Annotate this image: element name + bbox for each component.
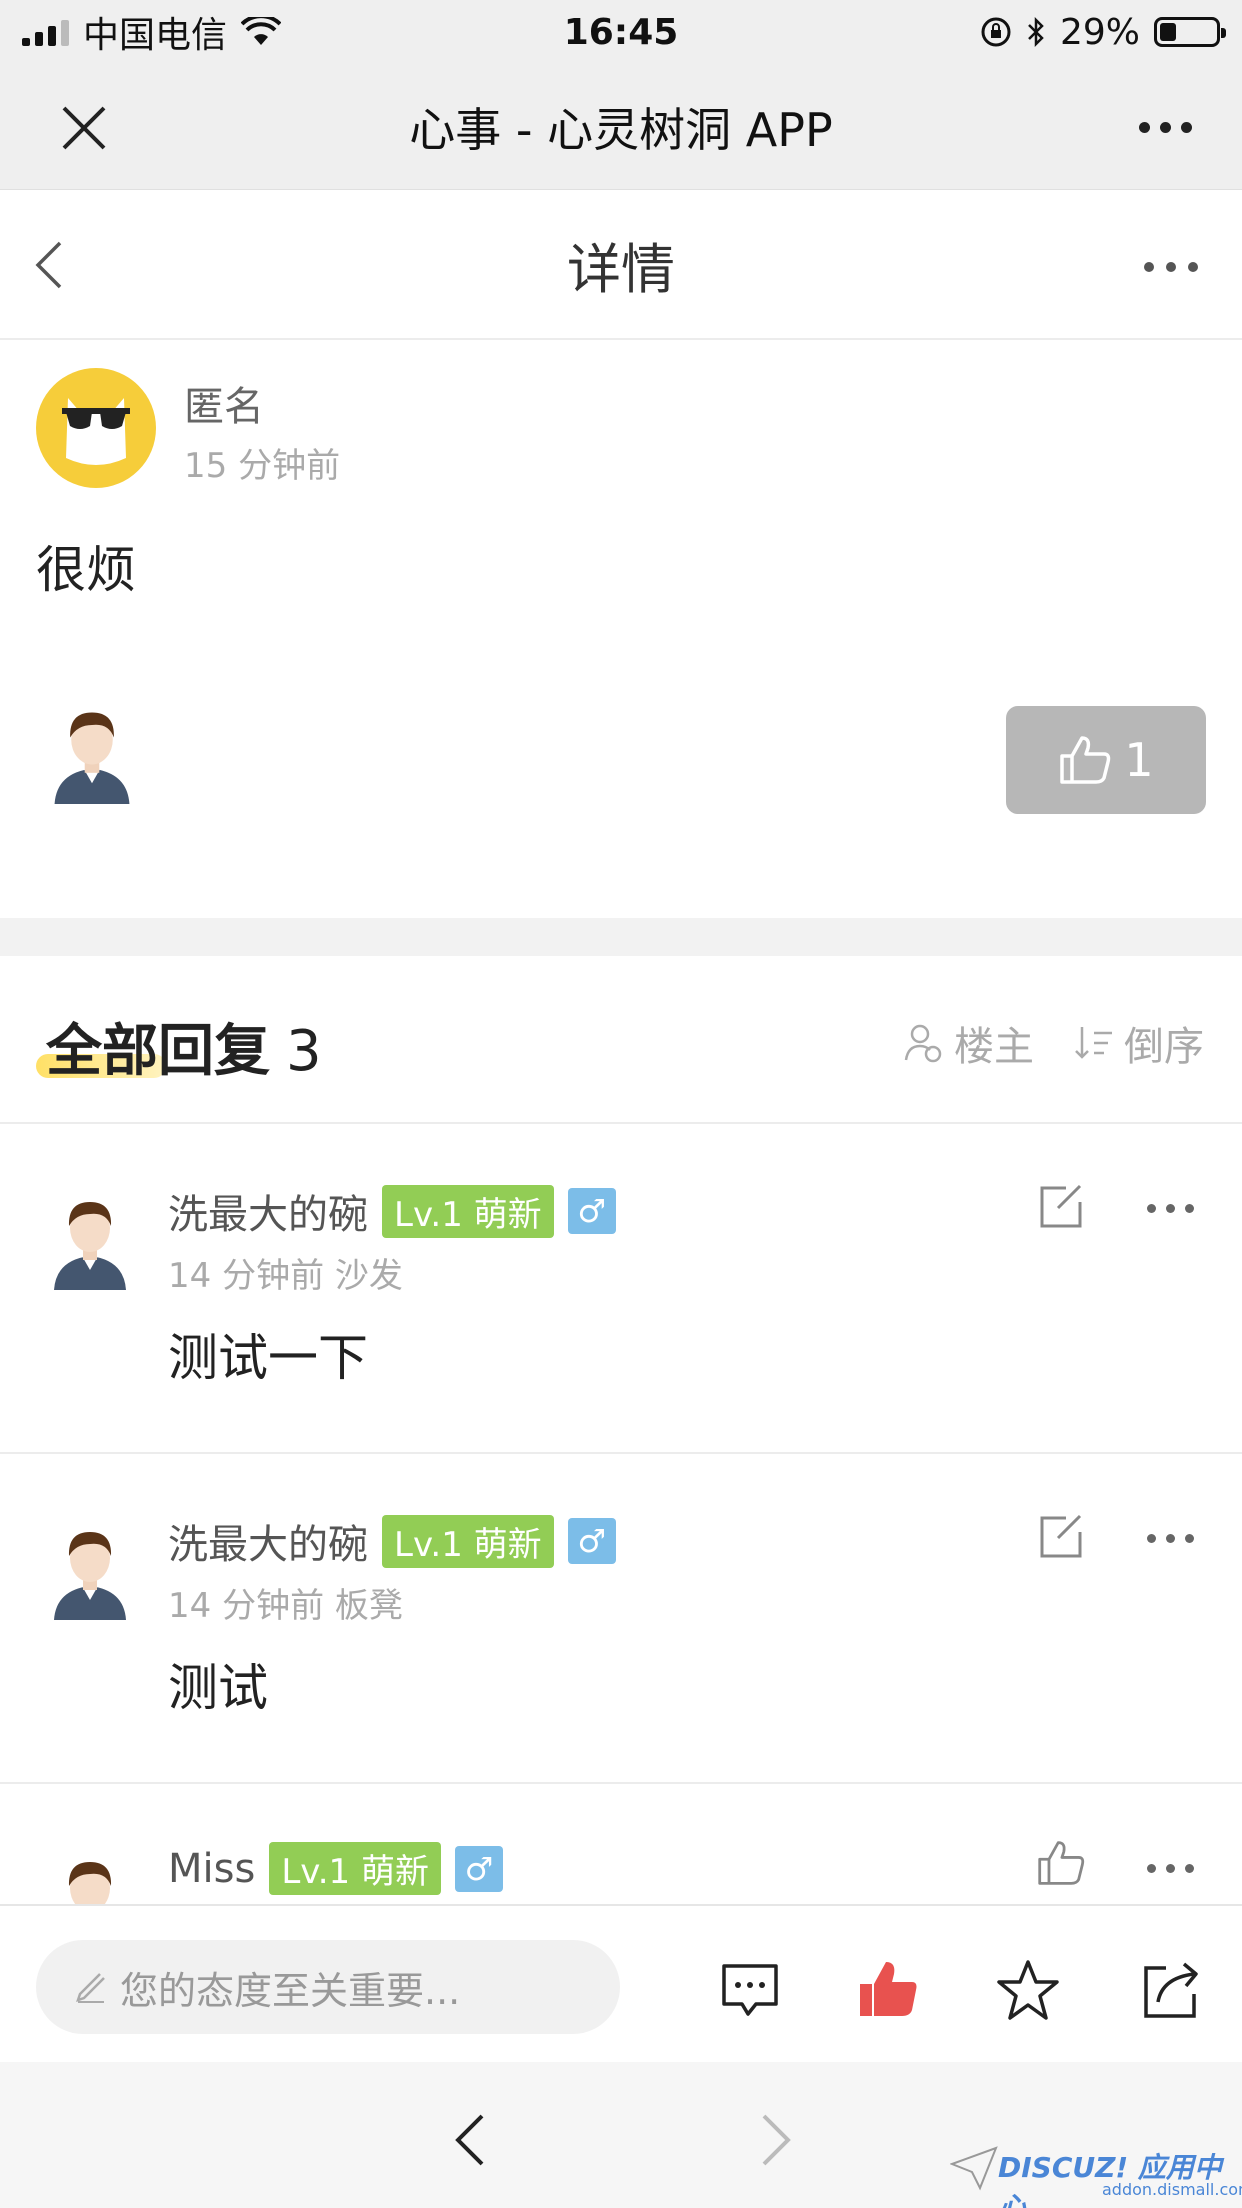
reply-text: 测试	[168, 1659, 268, 1717]
bluetooth-icon	[1028, 16, 1044, 48]
watermark-url: addon.dismall.com	[1102, 2180, 1242, 2199]
anonymous-avatar[interactable]	[36, 368, 156, 488]
reply-item: Miss Lv.1 萌新 ♂	[0, 1784, 1242, 1904]
status-time: 16:45	[563, 11, 679, 53]
sort-reverse-button[interactable]: 倒序	[1074, 1014, 1204, 1072]
male-icon: ♂	[454, 1845, 503, 1892]
reply-meta: 14 分钟前 板凳	[168, 1586, 403, 1626]
status-bar: 中国电信 16:45 29%	[0, 0, 1242, 64]
page-nav: 详情	[0, 190, 1242, 340]
reply-avatar[interactable]	[40, 1190, 140, 1290]
comment-placeholder: 您的态度至关重要...	[120, 1968, 461, 2013]
page-title: 详情	[567, 237, 675, 301]
comment-bar: 您的态度至关重要...	[0, 1904, 1242, 2062]
reply-more-icon[interactable]	[1147, 1864, 1194, 1873]
reply-author[interactable]: Miss	[168, 1846, 255, 1892]
edit-icon[interactable]	[1036, 1512, 1086, 1562]
reply-item: 洗最大的碗 Lv.1 萌新 ♂ 14 分钟前 沙发 测试一下	[0, 1124, 1242, 1454]
wifi-icon	[241, 17, 282, 45]
signal-icon	[22, 18, 69, 46]
wechat-page-title: 心事 - 心灵树洞 APP	[409, 102, 833, 157]
male-icon: ♂	[567, 1188, 616, 1234]
level-badge: Lv.1 萌新	[382, 1514, 554, 1568]
page-more-icon[interactable]	[1144, 262, 1198, 272]
wechat-title-bar: 心事 - 心灵树洞 APP	[0, 64, 1242, 190]
comment-icon[interactable]	[718, 1958, 782, 2022]
replies-title: 全部回复 3	[36, 1006, 322, 1087]
like-filled-icon[interactable]	[856, 1958, 920, 2022]
filter-owner-button[interactable]: 楼主	[902, 1014, 1034, 1072]
star-icon[interactable]	[996, 1958, 1060, 2022]
reply-text: 测试一下	[168, 1329, 368, 1387]
male-icon: ♂	[567, 1518, 616, 1564]
reply-meta: 14 分钟前 沙发	[168, 1256, 403, 1296]
cat-sunglasses-icon	[62, 398, 130, 465]
close-icon[interactable]	[56, 100, 112, 156]
main-post: 匿名 15 分钟前 很烦 1	[0, 340, 1242, 918]
level-badge: Lv.1 萌新	[269, 1842, 441, 1895]
share-icon[interactable]	[1140, 1958, 1204, 2022]
battery-icon	[1154, 17, 1226, 47]
reply-more-icon[interactable]	[1147, 1204, 1194, 1213]
watermark: DISCUZ! 应用中心 addon.dismall.com	[950, 2138, 1242, 2208]
post-content: 很烦	[36, 541, 136, 599]
reply-avatar[interactable]	[40, 1520, 140, 1620]
level-badge: Lv.1 萌新	[382, 1184, 554, 1238]
battery-percent: 29%	[1059, 11, 1140, 53]
rotation-lock-icon	[981, 17, 1011, 47]
post-like-button[interactable]: 1	[1006, 706, 1206, 814]
post-author[interactable]: 匿名	[184, 374, 264, 432]
comment-input[interactable]: 您的态度至关重要...	[36, 1940, 620, 2034]
back-arrow-icon[interactable]	[30, 235, 70, 295]
reply-more-icon[interactable]	[1147, 1534, 1194, 1543]
sort-icon	[1075, 1027, 1112, 1059]
reply-author[interactable]: 洗最大的碗	[168, 1512, 368, 1570]
browser-back-icon[interactable]	[450, 2112, 490, 2168]
thumb-up-icon[interactable]	[1036, 1838, 1086, 1888]
thumb-up-icon	[1060, 736, 1111, 784]
pencil-icon	[76, 1973, 105, 2003]
section-divider	[0, 918, 1242, 956]
carrier-label: 中国电信	[83, 15, 228, 56]
replies-header: 全部回复 3 楼主 倒序	[0, 956, 1242, 1124]
like-count: 1	[1124, 733, 1154, 787]
reply-author[interactable]: 洗最大的碗	[168, 1182, 368, 1240]
reply-item: 洗最大的碗 Lv.1 萌新 ♂ 14 分钟前 板凳 测试	[0, 1454, 1242, 1784]
paper-plane-icon	[950, 2146, 998, 2191]
more-menu-icon[interactable]	[1139, 122, 1192, 133]
edit-icon[interactable]	[1036, 1182, 1086, 1232]
liker-avatar[interactable]	[40, 700, 144, 804]
person-icon	[904, 1024, 942, 1063]
battery-fill	[1160, 23, 1176, 41]
replies-count: 3	[286, 1019, 322, 1084]
post-time: 15 分钟前	[184, 446, 341, 486]
reply-avatar[interactable]	[40, 1850, 140, 1904]
browser-forward-icon[interactable]	[756, 2112, 796, 2168]
